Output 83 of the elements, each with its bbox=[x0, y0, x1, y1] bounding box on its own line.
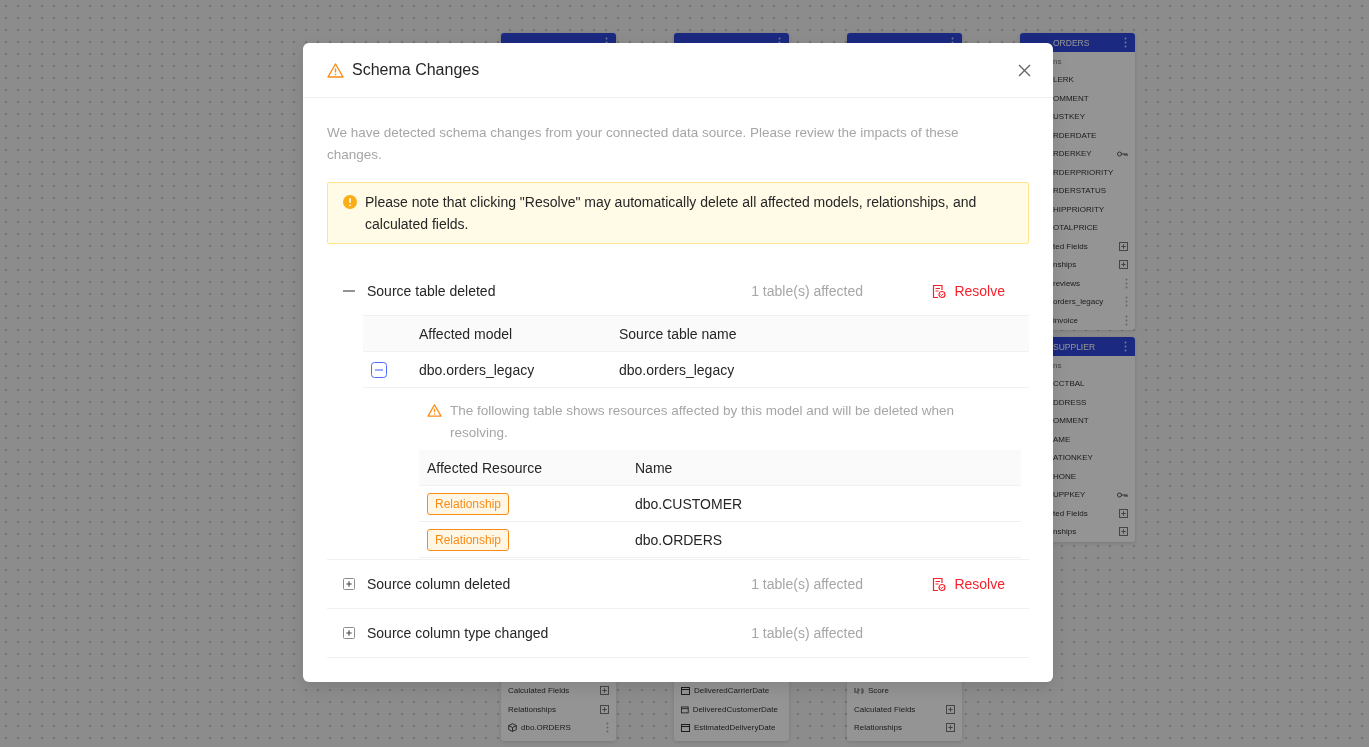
cube-icon bbox=[508, 723, 517, 733]
column-name: OTALPRICE bbox=[1053, 223, 1098, 233]
plus-square-icon[interactable] bbox=[1119, 527, 1128, 537]
table-cell-text: dbo.CUSTOMER bbox=[634, 495, 744, 512]
plus-square-icon[interactable] bbox=[600, 686, 609, 696]
column-header: Source table name bbox=[619, 325, 738, 342]
node-title: ORDERS bbox=[1053, 37, 1091, 48]
key-icon bbox=[1117, 491, 1128, 498]
warning-icon bbox=[427, 404, 442, 417]
plus-square-icon[interactable] bbox=[343, 627, 355, 639]
column-name: RDERDATE bbox=[1053, 130, 1097, 140]
column-name: RDERKEY bbox=[1053, 149, 1092, 159]
intro-text: We have detected schema changes from your connected data source. Please review the impacts of these changes. bbox=[327, 124, 960, 164]
section-label: nships bbox=[1053, 260, 1077, 270]
column-header: Affected model bbox=[419, 325, 514, 342]
plus-square-icon[interactable] bbox=[343, 578, 355, 590]
minus-square-icon[interactable] bbox=[371, 361, 387, 378]
column-name: HIPPRIORITY bbox=[1053, 204, 1105, 214]
section-label: Relationships bbox=[508, 704, 557, 714]
section-title: Source column type changed bbox=[367, 625, 549, 641]
affected-count: 1 table(s) affected bbox=[751, 283, 863, 299]
column-name: Score bbox=[868, 686, 889, 696]
affected-count: 1 table(s) affected bbox=[751, 625, 863, 641]
calendar-icon bbox=[681, 723, 690, 733]
plus-square-icon[interactable] bbox=[1119, 241, 1128, 251]
key-icon bbox=[1117, 150, 1128, 157]
section-label: ted Fields bbox=[1053, 508, 1088, 518]
warning-icon bbox=[327, 62, 344, 78]
table-cell-text: dbo.orders_legacy bbox=[419, 361, 536, 378]
resource-tag: Relationship bbox=[427, 528, 510, 551]
column-name: EstimatedDeliveryDate bbox=[694, 723, 776, 733]
column-name: DDRESS bbox=[1053, 397, 1087, 407]
column-name: UPPKEY bbox=[1053, 490, 1086, 500]
column-name: CCTBAL bbox=[1053, 379, 1085, 389]
column-name: DeliveredCustomerDate bbox=[692, 704, 778, 714]
column-name: ns bbox=[1053, 56, 1062, 66]
column-name: ATIONKEY bbox=[1053, 453, 1093, 463]
column-header: Name bbox=[634, 459, 674, 476]
close-icon[interactable] bbox=[1018, 63, 1031, 77]
plus-square-icon[interactable] bbox=[1119, 260, 1128, 270]
section-title: Source table deleted bbox=[367, 283, 496, 299]
column-name: OMMENT bbox=[1053, 416, 1089, 426]
column-name: DeliveredCarrierDate bbox=[694, 686, 770, 696]
table-cell-text: dbo.orders_legacy bbox=[619, 361, 736, 378]
dialog-title: Schema Changes bbox=[352, 61, 480, 79]
relation-name: orders_legacy bbox=[1053, 297, 1104, 307]
section-label: Calculated Fields bbox=[508, 686, 570, 696]
resolve-button[interactable]: Resolve bbox=[932, 283, 1005, 299]
resolve-icon bbox=[932, 576, 947, 592]
resolve-icon bbox=[932, 283, 947, 299]
collapse-header[interactable]: Source column deleted 1 table(s) affected Resolve bbox=[327, 560, 1029, 608]
warning-text: The following table shows resources affected by this model and will be deleted when resolving. bbox=[450, 402, 956, 442]
table-cell-text: dbo.ORDERS bbox=[634, 531, 724, 548]
plus-square-icon[interactable] bbox=[946, 723, 955, 733]
relation-name: reviews bbox=[1053, 278, 1081, 288]
plus-square-icon[interactable] bbox=[600, 704, 609, 714]
section-label: Relationships bbox=[854, 723, 903, 733]
column-name: OMMENT bbox=[1053, 93, 1089, 103]
section-label: nships bbox=[1053, 527, 1077, 537]
calendar-icon bbox=[681, 686, 690, 696]
section-title: Source column deleted bbox=[367, 576, 511, 592]
plus-square-icon[interactable] bbox=[1119, 508, 1128, 518]
exclamation-icon bbox=[343, 195, 357, 209]
collapse-header[interactable]: Source column type changed 1 table(s) affected bbox=[327, 609, 1029, 657]
column-name: AME bbox=[1053, 434, 1071, 444]
column-name: dbo.ORDERS bbox=[521, 723, 571, 733]
column-header: Affected Resource bbox=[426, 459, 543, 476]
column-name: USTKEY bbox=[1053, 112, 1085, 122]
section-label: Calculated Fields bbox=[854, 704, 916, 714]
relation-name: invoice bbox=[1053, 315, 1078, 325]
column-name: HONE bbox=[1053, 471, 1077, 481]
section-label: ted Fields bbox=[1053, 241, 1088, 251]
resolve-button[interactable]: Resolve bbox=[932, 576, 1005, 592]
plus-square-icon[interactable] bbox=[946, 704, 955, 714]
calendar-icon bbox=[681, 704, 689, 714]
column-name: LERK bbox=[1053, 75, 1074, 85]
column-name: ns bbox=[1053, 360, 1062, 370]
node-title: SUPPLIER bbox=[1053, 341, 1097, 352]
column-name: RDERPRIORITY bbox=[1053, 167, 1114, 177]
affected-count: 1 table(s) affected bbox=[751, 576, 863, 592]
notice-text: Please note that clicking "Resolve" may automatically delete all affected models, relationships, and calculated fields. bbox=[365, 193, 978, 234]
column-name: RDERSTATUS bbox=[1053, 186, 1107, 196]
resource-tag: Relationship bbox=[427, 492, 510, 515]
